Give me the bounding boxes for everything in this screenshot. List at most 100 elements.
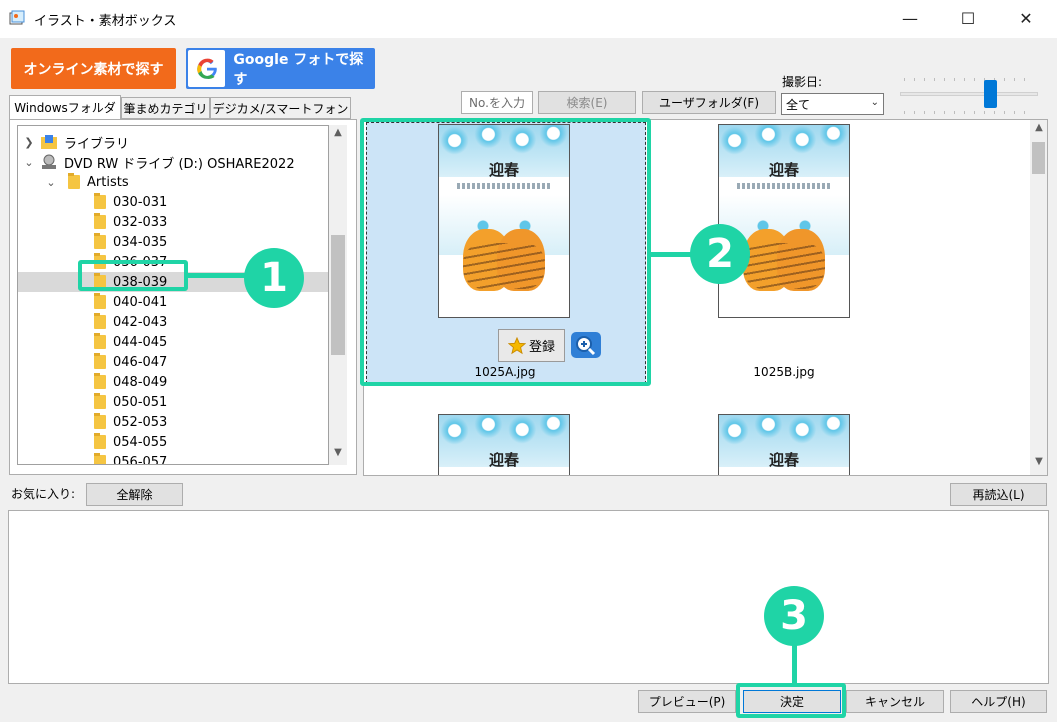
folder-icon <box>94 353 106 369</box>
google-icon <box>188 50 226 87</box>
folder-tree-panel: ❯ ライブラリ ⌄ DVD RW ドライブ (D:) OSHARE2022 ⌄ … <box>9 119 357 475</box>
number-input[interactable]: No.を入力 <box>461 91 533 114</box>
clear-all-button[interactable]: 全解除 <box>86 483 183 506</box>
annotation-box-thumbnail <box>360 118 651 386</box>
date-select-value: 全て <box>786 97 811 112</box>
chevron-down-icon[interactable]: ⌄ <box>44 176 58 189</box>
annotation-line <box>792 644 797 686</box>
tree-label-folder: 050-051 <box>113 394 168 410</box>
slider-ticks-top <box>904 78 1034 81</box>
tree-item-folder[interactable]: 042-043 <box>18 312 328 332</box>
tree-label-dvd-drive: DVD RW ドライブ (D:) OSHARE2022 <box>64 156 295 172</box>
title-bar: イラスト・素材ボックス — ☐ ✕ <box>0 0 1057 38</box>
maximize-button[interactable]: ☐ <box>941 0 995 36</box>
card-title: 迎春 <box>768 451 799 469</box>
tree-item-library[interactable]: ❯ ライブラリ <box>18 132 328 152</box>
tree-item-folder[interactable]: 054-055 <box>18 432 328 452</box>
folder-icon <box>94 433 106 449</box>
tree-label-folder: 044-045 <box>113 334 168 350</box>
search-button[interactable]: 検索(E) <box>538 91 636 114</box>
tree-label-folder: 032-033 <box>113 214 168 230</box>
chevron-right-icon[interactable]: ❯ <box>22 136 36 149</box>
tree-label-folder: 056-057 <box>113 454 168 465</box>
tree-item-folder[interactable]: 050-051 <box>18 392 328 412</box>
tab-windows-folder[interactable]: Windowsフォルダ <box>9 95 121 120</box>
user-folder-button[interactable]: ユーザフォルダ(F) <box>642 91 776 114</box>
card-message <box>737 183 831 189</box>
folder-icon <box>94 293 106 309</box>
card-title: 迎春 <box>768 161 799 179</box>
tab-digicam-smartphone[interactable]: デジカメ/スマートフォン <box>210 97 351 119</box>
folder-icon <box>94 453 106 464</box>
tree-item-folder[interactable]: 044-045 <box>18 332 328 352</box>
tree-label-folder: 040-041 <box>113 294 168 310</box>
tree-label-folder: 048-049 <box>113 374 168 390</box>
tree-label-library: ライブラリ <box>64 136 130 152</box>
folder-icon <box>94 373 106 389</box>
tree-item-folder[interactable]: 046-047 <box>18 352 328 372</box>
tree-label-folder: 030-031 <box>113 194 168 210</box>
preview-button[interactable]: プレビュー(P) <box>638 690 736 713</box>
tree-item-dvd-drive[interactable]: ⌄ DVD RW ドライブ (D:) OSHARE2022 <box>18 152 328 172</box>
scroll-up-icon[interactable]: ▲ <box>1030 122 1047 138</box>
annotation-box-ok <box>736 683 846 718</box>
app-icon <box>9 10 25 25</box>
tree-item-folder[interactable]: 032-033 <box>18 212 328 232</box>
dvd-drive-icon <box>42 154 56 169</box>
tree-label-folder: 054-055 <box>113 434 168 450</box>
slider-thumb[interactable] <box>984 80 997 108</box>
folder-icon <box>94 413 106 429</box>
folder-icon <box>94 233 106 249</box>
thumbnail-1025b[interactable]: 迎春 <box>718 124 850 318</box>
close-button[interactable]: ✕ <box>999 0 1053 36</box>
cancel-button[interactable]: キャンセル <box>846 690 944 713</box>
folder-icon <box>68 173 80 189</box>
tree-item-folder[interactable]: 048-049 <box>18 372 328 392</box>
folder-icon <box>94 313 106 329</box>
thumbnail-4[interactable]: 迎春 <box>718 414 850 475</box>
tab-fudemame-category[interactable]: 筆まめカテゴリ <box>121 97 210 119</box>
annotation-box-folder <box>78 260 188 291</box>
favorites-area[interactable] <box>8 510 1049 684</box>
folder-icon <box>94 393 106 409</box>
slider-track <box>900 92 1038 96</box>
tree-item-artists[interactable]: ⌄ Artists <box>18 172 328 192</box>
slider-ticks-bottom <box>904 111 1034 114</box>
tree-scroll-thumb[interactable] <box>331 235 345 355</box>
library-icon <box>41 135 57 149</box>
tree-item-folder[interactable]: 056-057 <box>18 452 328 465</box>
tiger-stripes <box>743 243 825 289</box>
online-search-button[interactable]: オンライン素材で探す <box>11 48 176 89</box>
scroll-down-icon[interactable]: ▼ <box>329 447 347 463</box>
scroll-up-icon[interactable]: ▲ <box>329 127 347 143</box>
tree-label-folder: 052-053 <box>113 414 168 430</box>
google-photos-label: Google フォトで探す <box>233 51 364 88</box>
chevron-down-icon: ⌄ <box>870 97 879 108</box>
tree-scrollbar[interactable]: ▲ ▼ <box>329 125 347 465</box>
annotation-line <box>188 273 252 278</box>
reload-button[interactable]: 再読込(L) <box>950 483 1047 506</box>
minimize-button[interactable]: — <box>883 0 937 36</box>
help-button[interactable]: ヘルプ(H) <box>950 690 1047 713</box>
viewer-scrollbar[interactable]: ▲ ▼ <box>1030 120 1047 475</box>
filename-1025b: 1025B.jpg <box>753 365 815 379</box>
folder-icon <box>94 333 106 349</box>
zoom-slider[interactable] <box>900 78 1040 114</box>
folder-icon <box>94 213 106 229</box>
date-label: 撮影日: <box>782 75 823 89</box>
viewer-scroll-thumb[interactable] <box>1032 142 1045 174</box>
chevron-down-icon[interactable]: ⌄ <box>22 156 36 169</box>
folder-icon <box>94 193 106 209</box>
scroll-down-icon[interactable]: ▼ <box>1030 456 1047 472</box>
tree-label-folder: 034-035 <box>113 234 168 250</box>
annotation-number-1: 1 <box>244 248 304 308</box>
tree-item-folder[interactable]: 030-031 <box>18 192 328 212</box>
annotation-number-3: 3 <box>764 586 824 646</box>
date-select[interactable]: 全て ⌄ <box>781 93 884 115</box>
thumbnail-3[interactable]: 迎春 <box>438 414 570 475</box>
tree-item-folder[interactable]: 052-053 <box>18 412 328 432</box>
tree-label-artists: Artists <box>87 174 129 190</box>
window-title: イラスト・素材ボックス <box>34 14 177 29</box>
google-photos-button[interactable]: Google フォトで探す <box>186 48 375 89</box>
tree-label-folder: 046-047 <box>113 354 168 370</box>
